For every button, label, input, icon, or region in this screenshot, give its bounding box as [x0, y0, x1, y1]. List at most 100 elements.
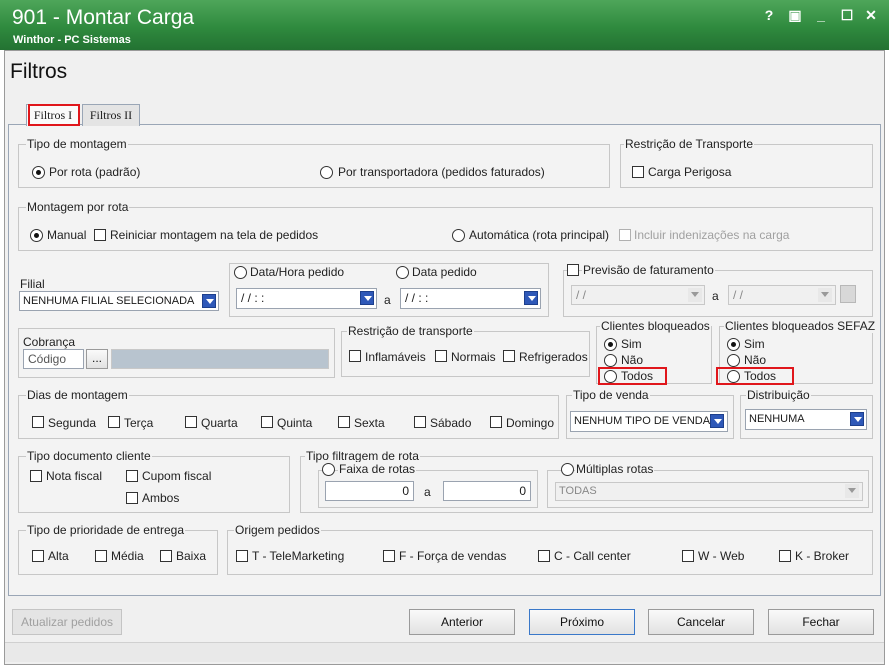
- manual-label: Manual: [47, 228, 87, 242]
- data-inicio-input[interactable]: / / : :: [236, 288, 377, 309]
- alta-checkbox[interactable]: [32, 550, 44, 562]
- atualizar-pedidos-button[interactable]: Atualizar pedidos: [12, 609, 122, 635]
- manual-radio[interactable]: [30, 229, 43, 242]
- previsao-inicio-dropdown-icon[interactable]: [688, 288, 702, 302]
- terca-checkbox[interactable]: [108, 416, 120, 428]
- baixa-checkbox[interactable]: [160, 550, 172, 562]
- rota-a-label: a: [424, 485, 431, 499]
- sefaz-nao-radio[interactable]: [727, 354, 740, 367]
- por-rota-label: Por rota (padrão): [49, 165, 141, 179]
- segunda-checkbox[interactable]: [32, 416, 44, 428]
- tipo-documento-title: Tipo documento cliente: [26, 449, 152, 463]
- previsao-inicio-input[interactable]: / /: [571, 285, 705, 305]
- telemarketing-checkbox[interactable]: [236, 550, 248, 562]
- rota-inicio-input[interactable]: 0: [325, 481, 414, 501]
- data-inicio-dropdown-icon[interactable]: [360, 291, 374, 305]
- por-transportadora-radio[interactable]: [320, 166, 333, 179]
- multiplas-rotas-dropdown-icon[interactable]: [845, 484, 859, 498]
- automatica-label: Automática (rota principal): [469, 228, 610, 242]
- tab-filtros-2[interactable]: Filtros II: [82, 104, 140, 126]
- multiplas-rotas-radio[interactable]: [561, 463, 574, 476]
- anterior-button[interactable]: Anterior: [409, 609, 515, 635]
- trash-icon[interactable]: [840, 285, 856, 303]
- cobranca-lookup-button[interactable]: ...: [86, 349, 108, 369]
- restore-icon[interactable]: ▣: [786, 6, 804, 24]
- distribuicao-select[interactable]: NENHUMA: [745, 409, 867, 430]
- rota-fim-input[interactable]: 0: [443, 481, 531, 501]
- cupom-fiscal-label: Cupom fiscal: [142, 469, 212, 483]
- call-center-checkbox[interactable]: [538, 550, 550, 562]
- terca-label: Terça: [124, 416, 154, 430]
- baixa-label: Baixa: [176, 549, 207, 563]
- window-title: 901 - Montar Carga: [12, 6, 195, 29]
- close-icon[interactable]: ✕: [862, 6, 880, 24]
- faixa-rotas-radio[interactable]: [322, 463, 335, 476]
- refrigerados-checkbox[interactable]: [503, 350, 515, 362]
- nota-fiscal-checkbox[interactable]: [30, 470, 42, 482]
- previsao-label: Previsão de faturamento: [582, 263, 715, 277]
- normais-checkbox[interactable]: [435, 350, 447, 362]
- origem-pedidos-title: Origem pedidos: [234, 523, 321, 537]
- quinta-checkbox[interactable]: [261, 416, 273, 428]
- proximo-button[interactable]: Próximo: [529, 609, 635, 635]
- distribuicao-dropdown-icon[interactable]: [850, 412, 864, 426]
- nota-fiscal-label: Nota fiscal: [46, 469, 103, 483]
- data-fim-dropdown-icon[interactable]: [524, 291, 538, 305]
- clientes-bloqueados-title: Clientes bloqueados: [600, 319, 711, 333]
- inflamaveis-checkbox[interactable]: [349, 350, 361, 362]
- forca-vendas-checkbox[interactable]: [383, 550, 395, 562]
- sefaz-todos-highlight: [716, 367, 794, 385]
- prioridade-title: Tipo de prioridade de entrega: [26, 523, 185, 537]
- filial-dropdown-icon[interactable]: [202, 294, 216, 308]
- data-hora-pedido-radio[interactable]: [234, 266, 247, 279]
- cancelar-button[interactable]: Cancelar: [648, 609, 754, 635]
- data-hora-pedido-label: Data/Hora pedido: [250, 265, 345, 279]
- por-transportadora-label: Por transportadora (pedidos faturados): [338, 165, 545, 179]
- broker-checkbox[interactable]: [779, 550, 791, 562]
- previsao-a-label: a: [712, 289, 719, 303]
- carga-perigosa-label: Carga Perigosa: [648, 165, 732, 179]
- telemarketing-label: T - TeleMarketing: [252, 549, 345, 563]
- restricao-transporte-title: Restrição de Transporte: [624, 137, 755, 151]
- previsao-checkbox[interactable]: [567, 264, 579, 276]
- data-fim-input[interactable]: / / : :: [400, 288, 541, 309]
- help-icon[interactable]: ?: [760, 6, 778, 24]
- clientes-bloq-nao-radio[interactable]: [604, 354, 617, 367]
- cobranca-title: Cobrança: [22, 335, 77, 349]
- carga-perigosa-checkbox[interactable]: [632, 166, 644, 178]
- clientes-bloqueados-sefaz-title: Clientes bloqueados SEFAZ: [724, 319, 877, 333]
- montagem-rota-title: Montagem por rota: [26, 200, 130, 214]
- minimize-icon[interactable]: _: [812, 6, 830, 24]
- incluir-indenizacoes-checkbox[interactable]: [619, 229, 631, 241]
- cupom-fiscal-checkbox[interactable]: [126, 470, 138, 482]
- media-label: Média: [111, 549, 144, 563]
- domingo-label: Domingo: [506, 416, 555, 430]
- clientes-bloq-sim-radio[interactable]: [604, 338, 617, 351]
- distribuicao-title: Distribuição: [746, 388, 811, 402]
- filial-select[interactable]: NENHUMA FILIAL SELECIONADA: [19, 291, 219, 311]
- por-rota-radio[interactable]: [32, 166, 45, 179]
- sefaz-sim-radio[interactable]: [727, 338, 740, 351]
- web-checkbox[interactable]: [682, 550, 694, 562]
- tipo-venda-select[interactable]: NENHUM TIPO DE VENDA: [570, 411, 728, 432]
- sabado-checkbox[interactable]: [414, 416, 426, 428]
- maximize-icon[interactable]: ☐: [838, 6, 856, 24]
- tipo-venda-dropdown-icon[interactable]: [710, 414, 724, 428]
- media-checkbox[interactable]: [95, 550, 107, 562]
- multiplas-rotas-select[interactable]: TODAS: [555, 482, 863, 501]
- domingo-checkbox[interactable]: [490, 416, 502, 428]
- sexta-checkbox[interactable]: [338, 416, 350, 428]
- data-pedido-radio[interactable]: [396, 266, 409, 279]
- automatica-radio[interactable]: [452, 229, 465, 242]
- tab-highlight: [28, 104, 80, 126]
- ambos-checkbox[interactable]: [126, 492, 138, 504]
- cobranca-codigo-input[interactable]: Código: [23, 349, 84, 369]
- quarta-checkbox[interactable]: [185, 416, 197, 428]
- reiniciar-montagem-label: Reiniciar montagem na tela de pedidos: [110, 228, 319, 242]
- reiniciar-montagem-checkbox[interactable]: [94, 229, 106, 241]
- previsao-fim-dropdown-icon[interactable]: [818, 288, 832, 302]
- tipo-montagem-title: Tipo de montagem: [26, 137, 128, 151]
- data-a-label: a: [384, 293, 391, 307]
- fechar-button[interactable]: Fechar: [768, 609, 874, 635]
- filtragem-rota-title: Tipo filtragem de rota: [305, 449, 420, 463]
